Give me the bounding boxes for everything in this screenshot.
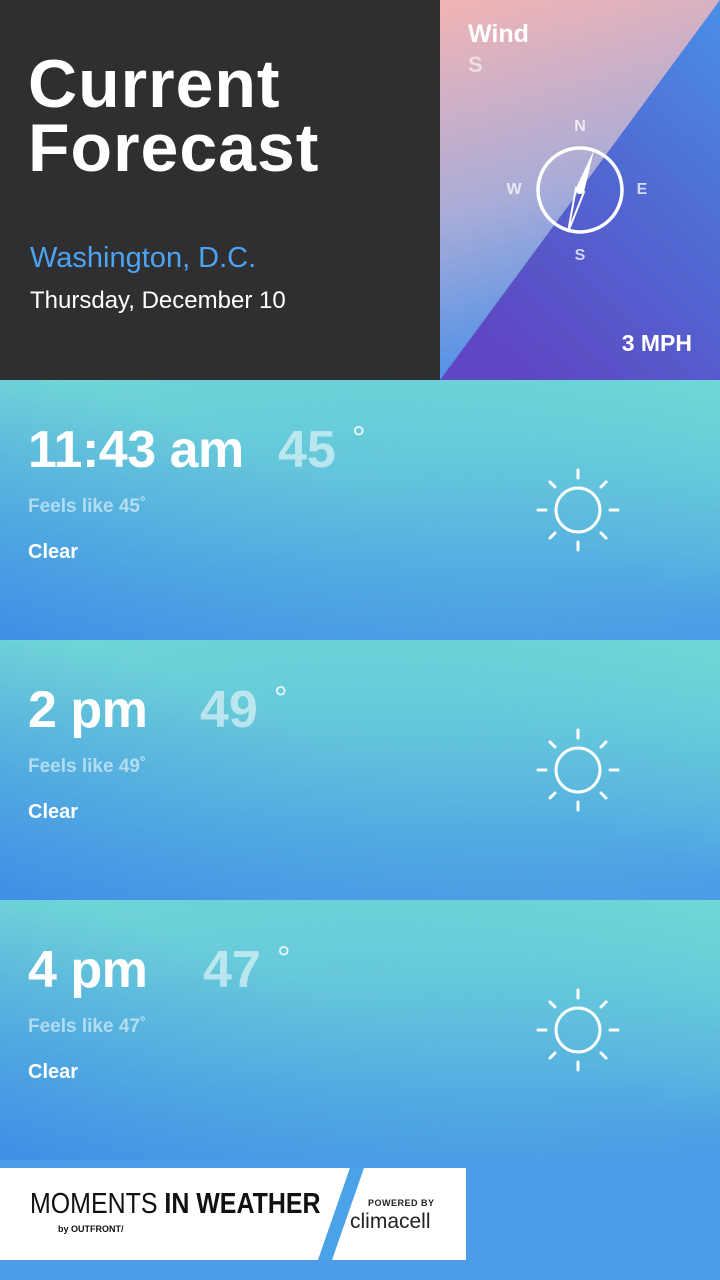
compass-south: S [575, 247, 586, 264]
wind-panel: Wind S N E S W 3 MPH [440, 0, 720, 380]
feels-like: Feels like 49˚ [28, 756, 147, 777]
forecast-time: 2 pm [28, 681, 148, 739]
brand-text-light: MOMENTS [30, 1188, 165, 1220]
forecast-row: 11:43 am 45 ° Feels like 45˚ Clear [0, 380, 720, 640]
wind-label: Wind [468, 20, 529, 48]
forecast-row: 4 pm 47 ° Feels like 47˚ Clear [0, 900, 720, 1160]
title-panel: Current Forecast Washington, D.C. Thursd… [0, 0, 440, 380]
condition: Clear [28, 801, 79, 823]
footer-branding: MOMENTS IN WEATHER by OUTFRONT/ POWERED … [0, 1168, 466, 1260]
sun-icon [536, 728, 620, 812]
compass-east: E [637, 181, 648, 198]
degree-symbol: ° [352, 420, 366, 458]
forecast-time: 11:43 am [28, 421, 244, 479]
compass-west: W [506, 181, 522, 198]
page-title: Current Forecast [28, 50, 319, 182]
sun-icon [536, 988, 620, 1072]
partner-logo: climacell [350, 1210, 431, 1233]
forecast-temperature: 49 [200, 681, 258, 739]
condition: Clear [28, 1061, 79, 1083]
sun-icon [536, 468, 620, 552]
wind-direction: S [468, 52, 483, 77]
forecast-row: 2 pm 49 ° Feels like 49˚ Clear [0, 640, 720, 900]
brand-text-bold: IN WEATHER [164, 1188, 321, 1220]
condition: Clear [28, 541, 79, 563]
forecast-temperature: 47 [203, 941, 261, 999]
title-line-2: Forecast [28, 110, 320, 186]
header: Current Forecast Washington, D.C. Thursd… [0, 0, 720, 380]
brand-byline: by OUTFRONT/ [58, 1224, 124, 1234]
powered-by-label: POWERED BY [368, 1198, 435, 1208]
location-name: Washington, D.C. [30, 242, 257, 274]
brand-logo: MOMENTS IN WEATHER [30, 1188, 321, 1221]
wind-speed: 3 MPH [621, 330, 692, 356]
forecast-temperature: 45 [278, 421, 336, 479]
forecast-time: 4 pm [28, 941, 148, 999]
compass-north: N [574, 118, 586, 135]
feels-like: Feels like 45˚ [28, 496, 147, 517]
forecast-date: Thursday, December 10 [30, 287, 286, 314]
feels-like: Feels like 47˚ [28, 1016, 147, 1037]
degree-symbol: ° [277, 940, 291, 978]
degree-symbol: ° [274, 680, 288, 718]
compass-icon: N E S W [506, 118, 648, 264]
